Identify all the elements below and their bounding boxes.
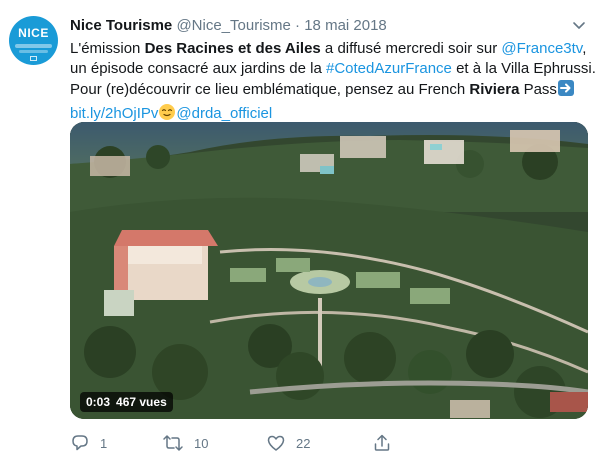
retweet-icon	[163, 435, 183, 451]
text-segment: et à la Villa Ephrussi.	[451, 60, 596, 77]
mention-france3tv-link[interactable]: @France3tv	[501, 40, 582, 57]
reply-count: 1	[100, 435, 108, 451]
tweet-text-line-2: un épisode consacré aux jardins de la #C…	[70, 59, 596, 79]
avatar[interactable]: NICE	[9, 16, 58, 65]
tweet-text: L'émission Des Racines et des Ailes a di…	[70, 39, 596, 127]
avatar-decoration	[15, 44, 52, 48]
bold-text: Des Racines et des Ailes	[144, 40, 321, 57]
separator-dot: ·	[295, 17, 301, 34]
video-time-badge: 0:03 467 vues	[80, 392, 173, 412]
share-icon	[374, 434, 390, 451]
retweet-count: 10	[194, 435, 209, 451]
retweet-button[interactable]: 10	[162, 431, 208, 455]
chevron-down-icon[interactable]	[570, 16, 588, 34]
video-view-count: 467 vues	[116, 395, 167, 409]
share-button[interactable]	[372, 431, 392, 455]
aerial-garden-video-frame	[70, 122, 588, 419]
like-button[interactable]: 22	[266, 431, 310, 455]
video-player[interactable]	[70, 122, 588, 419]
hashtag-cotedazurfrance-link[interactable]: #CotedAzurFrance	[326, 60, 452, 77]
text-segment: ,	[582, 40, 587, 57]
user-handle[interactable]: @Nice_Tourisme	[176, 17, 290, 34]
reply-icon	[72, 435, 88, 451]
text-segment: L'émission	[70, 40, 145, 57]
mention-drda-link[interactable]: @drda_officiel	[176, 105, 272, 122]
avatar-decoration-2	[19, 50, 48, 53]
tweet-actions: 1 10 22	[70, 431, 590, 455]
avatar-logo-text: NICE	[18, 26, 49, 40]
tweet-text-line-3: Pour (re)découvrir ce lieu emblématique,…	[70, 79, 590, 103]
arrow-right-emoji-icon	[557, 79, 575, 103]
text-segment: un épisode consacré aux jardins de la	[70, 60, 326, 77]
avatar-badge-icon	[30, 56, 37, 61]
tweet-text-line-1: L'émission Des Racines et des Ailes a di…	[70, 39, 590, 59]
tweet-date[interactable]: 18 mai 2018	[304, 17, 387, 34]
text-segment: Pour (re)découvrir ce lieu emblématique,…	[70, 81, 470, 98]
reply-button[interactable]: 1	[70, 431, 107, 455]
text-segment: a diffusé mercredi soir sur	[320, 40, 502, 57]
heart-icon	[267, 435, 285, 451]
display-name[interactable]: Nice Tourisme	[70, 17, 172, 34]
text-segment: Pass	[519, 81, 557, 98]
tweet[interactable]: NICE Nice Tourisme @Nice_Tourisme · 18 m…	[0, 0, 598, 465]
tweet-header: Nice Tourisme @Nice_Tourisme · 18 mai 20…	[70, 16, 387, 36]
bold-text: Riviera	[469, 81, 520, 98]
like-count: 22	[296, 435, 311, 451]
short-url-link[interactable]: bit.ly/2hOjIPv	[70, 105, 158, 122]
video-elapsed-time: 0:03	[86, 395, 111, 409]
